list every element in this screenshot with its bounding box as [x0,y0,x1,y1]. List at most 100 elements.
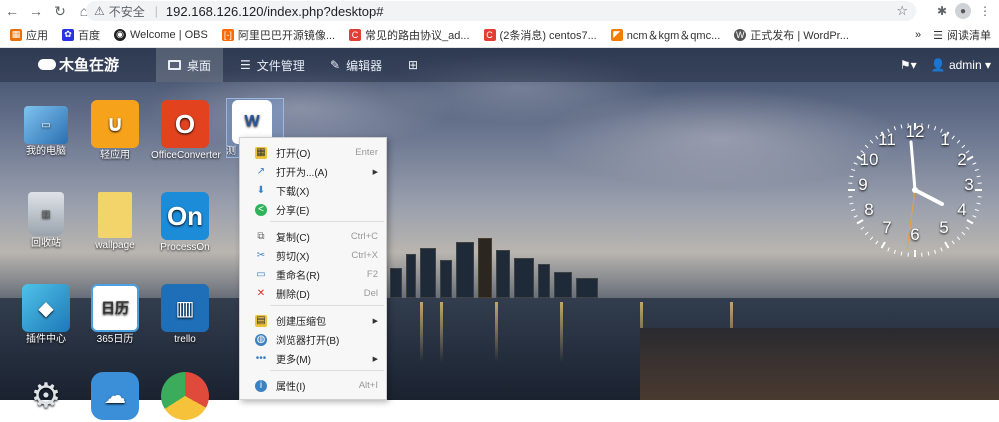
desktop-icon-wallpage[interactable]: wallpage [81,192,149,252]
menu-item-copy[interactable]: ⧉复制(C)Ctrl+C [240,227,386,246]
flag-dropdown-icon[interactable]: ⚑▾ [900,58,917,72]
desktop-icon-processon[interactable]: On ProcessOn [151,192,219,254]
wallpaper-promenade [640,328,999,400]
clock-tick [962,232,965,235]
bookmark-ncm[interactable]: ◤ncm＆kgm＆qmc... [611,27,721,43]
clock-tick [966,227,969,229]
clock-tick [957,237,960,240]
obs-icon: ◉ [114,29,126,41]
csdn-icon: C [484,29,496,41]
clock-numeral: 8 [857,200,881,220]
bookmark-baidu[interactable]: ✿百度 [62,27,100,43]
clock-tick [975,209,979,210]
clock-numeral: 2 [950,150,974,170]
desktop-icon-cloud[interactable]: ☁ [81,372,149,422]
menu-item-more[interactable]: •••更多(M)▶ [240,349,386,368]
url-text[interactable]: 192.168.126.120/index.php?desktop# [166,4,384,19]
profile-avatar-icon[interactable]: ● [955,3,971,19]
clock-tick [849,203,853,204]
menu-item-open-as[interactable]: ↗打开为...(A)▶ [240,162,386,181]
bookmark-obs[interactable]: ◉Welcome | OBS [114,29,208,41]
tab-file-manager[interactable]: ☰文件管理 [228,48,317,82]
clock-tick [876,241,878,244]
light-reflection [440,302,443,362]
desktop-icon-365-calendar[interactable]: 日历 365日历 [81,284,149,346]
clock-tick [941,248,943,252]
more-bookmarks-button[interactable]: » [915,29,921,41]
clock-numeral: 6 [903,225,927,245]
desktop-icon-settings[interactable]: ⚙ [12,372,80,422]
light-reflection [560,302,563,362]
info-icon: i [255,380,267,392]
forward-icon[interactable]: → [24,0,48,22]
tab-grid[interactable]: ⊞ [396,48,430,82]
desktop-icon-recycle-bin[interactable]: ▥ 回收站 [12,192,80,250]
user-menu[interactable]: 👤 admin ▾ [931,58,991,72]
light-reflection [495,302,498,362]
calendar-icon: 日历 [91,284,139,332]
menu-dots-icon[interactable]: ⋮ [979,4,991,18]
bookmark-apps[interactable]: ▦应用 [10,27,48,43]
share-icon: < [255,204,267,216]
wallpaper-skyline [380,238,610,298]
delete-x-icon: ✕ [255,288,267,300]
clock-tick [945,242,949,248]
bookmark-csdn-2[interactable]: C(2条消息) centos7... [484,27,597,43]
bookmark-aliyun[interactable]: [-]阿里巴巴开源镜像... [222,27,335,43]
clock-tick [962,145,965,148]
star-icon[interactable]: ☆ [896,3,908,19]
menu-item-properties[interactable]: i属性(I)Alt+I [240,376,386,395]
open-icon: ▦ [255,147,267,159]
chrome-like-icon [161,372,209,420]
clock-numeral: 7 [875,218,899,238]
csdn-icon: C [349,29,361,41]
clock-tick [977,203,981,204]
clock-hour-hand [915,190,942,204]
app-logo[interactable]: 木鱼在游 [38,54,119,75]
trello-icon: ▥ [161,284,209,332]
menu-item-open[interactable]: ▦打开(O)Enter [240,143,386,162]
clock-numeral: 5 [932,218,956,238]
menu-item-download[interactable]: ⬇下载(X) [240,181,386,200]
desktop-icon-plugin-center[interactable]: ◆ 插件中心 [12,284,80,346]
more-dots-icon: ••• [255,353,267,365]
tab-editor[interactable]: ✎编辑器 [318,48,394,82]
bookmark-wordpress[interactable]: W正式发布 | WordPr... [734,27,849,43]
clock-tick [901,124,902,128]
bookmark-csdn-1[interactable]: C常见的路由协议_ad... [349,27,470,43]
menu-item-cut[interactable]: ✂剪切(X)Ctrl+X [240,246,386,265]
desktop-icon-officeconverter[interactable]: O OfficeConverter [151,100,219,162]
menu-item-browser-open[interactable]: ◍浏览器打开(B) [240,330,386,349]
scissors-icon: ✂ [255,250,267,262]
grid-icon: ⊞ [408,58,418,72]
desktop-icon-my-computer[interactable]: ▭ 我的电脑 [12,100,80,158]
menu-item-share[interactable]: <分享(E) [240,200,386,219]
clock-numeral: 4 [950,200,974,220]
clock-tick [882,242,886,248]
address-bar[interactable]: ⚠ 不安全 | 192.168.126.120/index.php?deskto… [86,1,916,21]
clock-tick [851,209,855,210]
computer-icon: ▭ [24,106,68,144]
trash-icon: ▥ [28,192,64,236]
menu-divider [270,221,384,222]
rename-icon: ▭ [255,269,267,281]
copy-icon: ⧉ [255,231,267,243]
tab-desktop[interactable]: 桌面 [156,48,223,82]
menu-item-rename[interactable]: ▭重命名(R)F2 [240,265,386,284]
omnibox-divider: | [155,4,158,18]
reading-list-icon: ☰ [933,29,943,42]
puzzle-icon[interactable]: ✱ [937,4,947,18]
submenu-arrow-icon: ▶ [373,355,378,363]
menu-item-delete[interactable]: ✕删除(D)Del [240,284,386,303]
menu-item-create-archive[interactable]: ▤创建压缩包▶ [240,311,386,330]
clock-tick [865,232,868,235]
desktop-icon-colorful[interactable] [151,372,219,422]
reload-icon[interactable]: ↻ [48,0,72,22]
download-icon: ⬇ [255,185,267,197]
clock-tick [975,169,979,170]
desktop-icon-light-apps[interactable]: ∪ 轻应用 [81,100,149,162]
clock-tick [851,169,855,170]
reading-list-button[interactable]: ☰阅读清单 [933,27,991,43]
back-icon[interactable]: ← [0,0,24,22]
desktop-icon-trello[interactable]: ▥ trello [151,284,219,346]
